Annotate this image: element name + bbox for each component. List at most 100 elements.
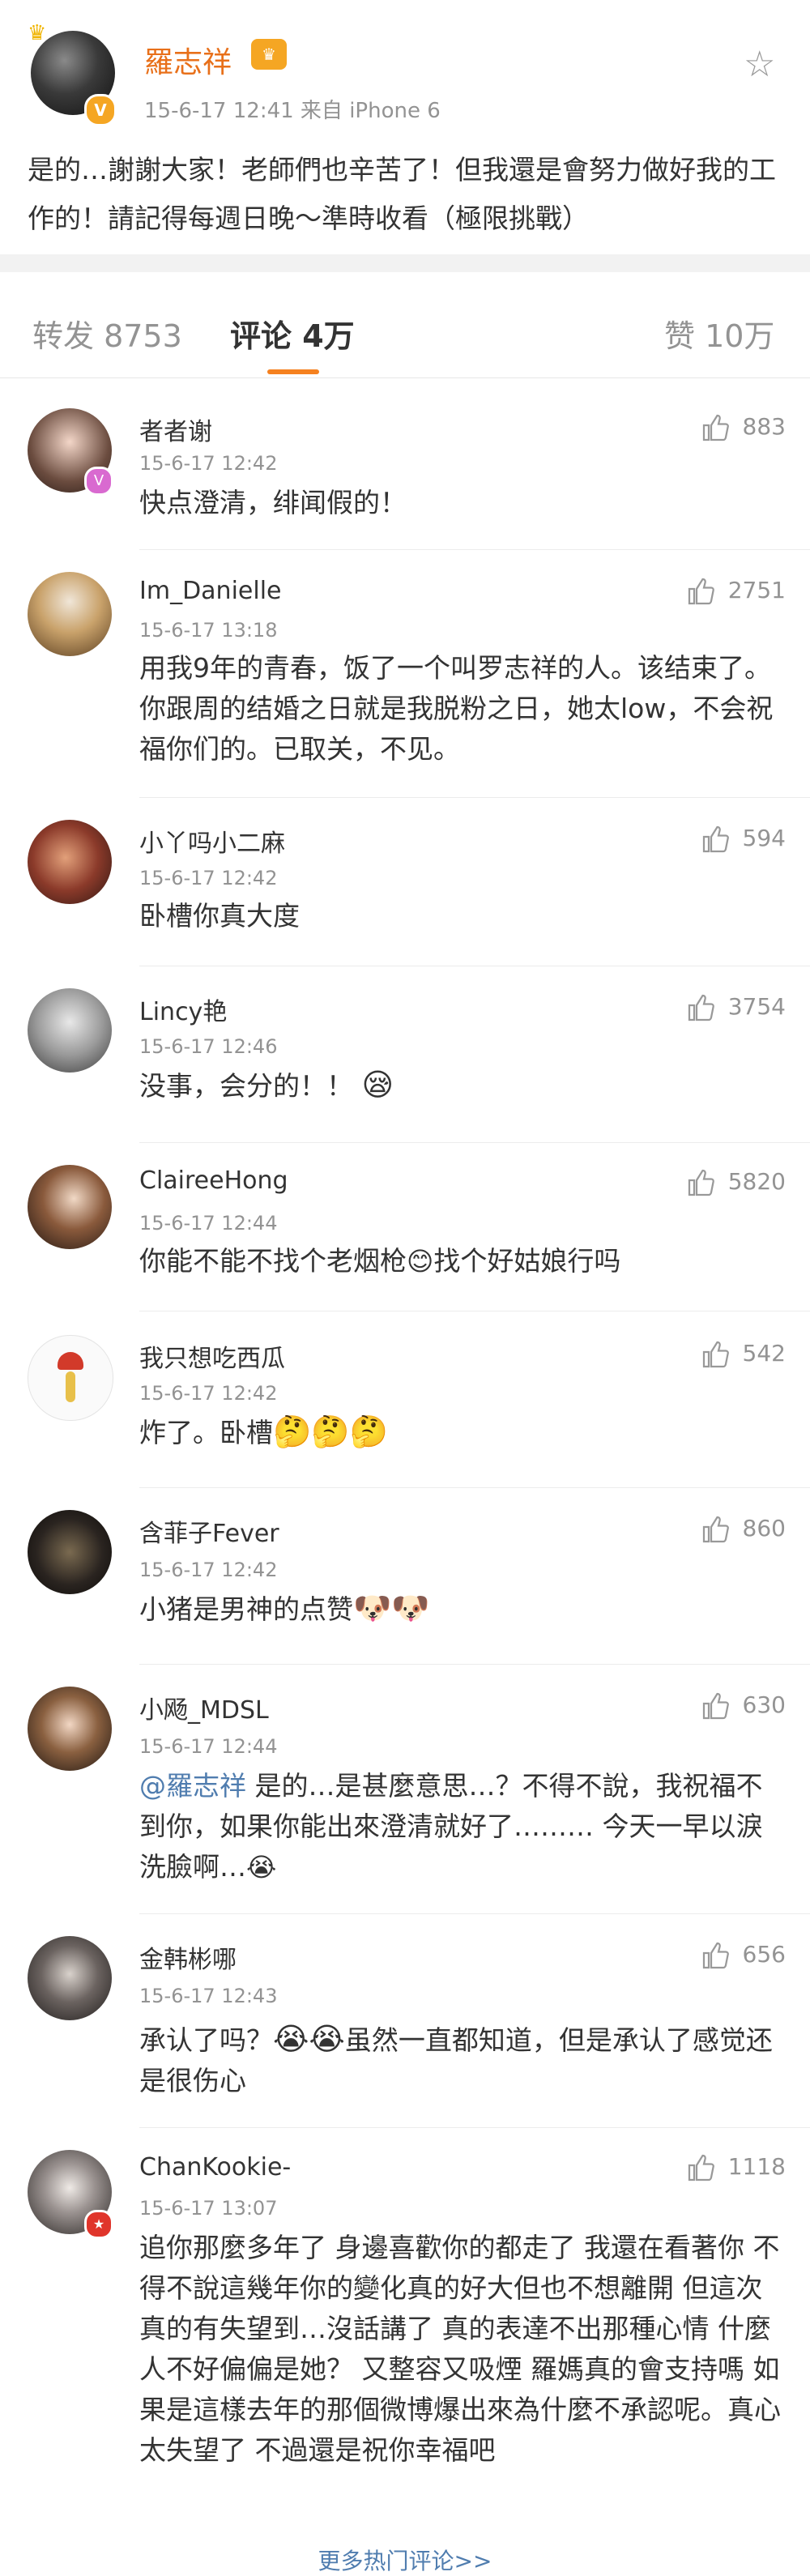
comment-item: 我只想吃西瓜 15-6-17 12:42 炸了。卧槽🤔🤔🤔 542 [0,1316,810,1486]
comment-text: 炸了。卧槽🤔🤔🤔 [139,1413,787,1453]
comment-item: 含菲子Fever 15-6-17 12:42 小猪是男神的点赞🐶🐶 860 [0,1492,810,1662]
comment-time: 15-6-17 13:07 [139,2197,278,2220]
thumbs-up-icon [702,414,729,441]
like-button[interactable]: 860 [701,1515,786,1544]
comment-time: 15-6-17 12:44 [139,1735,278,1758]
comment-text: @羅志祥 是的…是甚麼意思…？不得不說，我祝福不到你，如果你能出來澄清就好了……… [139,1766,787,1887]
comment-text-content: 炸了。卧槽 [139,1417,273,1448]
commenter-avatar[interactable] [28,1510,112,1594]
star-icon[interactable]: ☆ [744,44,775,85]
commenter-avatar[interactable] [28,1335,113,1421]
like-button[interactable]: 542 [701,1340,786,1369]
doge-emoji-icon: 🐶🐶 [353,1590,430,1626]
comment-text-part: 你能不能不找个老烟枪 [139,1245,407,1277]
like-button[interactable]: 3754 [686,993,786,1022]
comment-divider [139,1664,810,1665]
commenter-name[interactable]: ClaireeHong [139,1166,288,1195]
commenter-name[interactable]: 者者谢 [139,412,212,447]
tab-repost[interactable]: 转发 8753 [32,311,182,356]
like-count: 630 [742,1691,786,1718]
commenter-name[interactable]: 小飏_MDSL [139,1690,269,1725]
commenter-avatar[interactable] [28,1687,112,1771]
comment-divider [139,549,810,550]
comment-text: 你能不能不找个老烟枪😊找个好姑娘行吗 [139,1241,787,1282]
like-count: 2751 [727,577,786,603]
thumbs-up-icon [702,1516,729,1543]
like-count: 594 [742,825,786,851]
post-meta: 15-6-17 12:41 来自 iPhone 6 [144,99,441,123]
like-button[interactable]: 2751 [686,577,786,606]
thumbs-up-icon [688,2154,714,2181]
commenter-name[interactable]: 含菲子Fever [139,1513,279,1549]
comment-item: ClaireeHong 15-6-17 12:44 你能不能不找个老烟枪😊找个好… [0,1147,810,1309]
mention-link[interactable]: @羅志祥 [139,1770,246,1802]
more-comments-link[interactable]: 更多热门评论>> [0,2544,810,2576]
comment-time: 15-6-17 12:42 [139,1382,278,1405]
tab-comments[interactable]: 评论 4万 [230,311,355,356]
commenter-avatar[interactable] [28,988,112,1073]
like-button[interactable]: 883 [701,413,786,442]
comment-text: 承认了吗？😭😭虽然一直都知道，但是承认了感觉还是很伤心 [139,2020,787,2101]
comment-item: 小丫吗小二麻 15-6-17 12:42 卧槽你真大度 594 [0,802,810,964]
like-button[interactable]: 5820 [686,1168,786,1197]
like-count: 1118 [727,2153,786,2180]
thumbs-up-icon [702,1341,729,1368]
comment-time: 15-6-17 12:42 [139,1559,278,1581]
comment-time: 15-6-17 13:18 [139,619,278,642]
tab-likes[interactable]: 赞 10万 [664,311,774,356]
commenter-name[interactable]: 小丫吗小二麻 [139,823,285,859]
commenter-avatar[interactable] [28,572,112,656]
comment-time: 15-6-17 12:42 [139,452,278,475]
like-button[interactable]: 1118 [686,2153,786,2182]
thumbs-up-icon [688,1169,714,1196]
comment-time: 15-6-17 12:42 [139,867,278,889]
commenter-name[interactable]: 金韩彬哪 [139,1939,237,1975]
comment-divider [139,2127,810,2128]
member-badge-icon: V [84,467,113,496]
comment-item: Lincy艳 15-6-17 12:46 没事，会分的！！ 😪 3754 [0,970,810,1141]
commenter-name[interactable]: 我只想吃西瓜 [139,1338,285,1374]
thumbs-up-icon [702,1692,729,1720]
commenter-name[interactable]: Im_Danielle [139,577,282,605]
like-count: 860 [742,1515,786,1542]
crying-face-emoji-icon: 😭 [246,1852,277,1883]
comment-text-content: 没事，会分的！！ [139,1070,353,1102]
comment-text: 小猪是男神的点赞🐶🐶 [139,1589,787,1630]
comment-text-part: 找个好姑娘行吗 [433,1245,621,1277]
commenter-avatar[interactable] [28,1165,112,1249]
comment-item: 小飏_MDSL 15-6-17 12:44 @羅志祥 是的…是甚麼意思…？不得不… [0,1669,810,1912]
like-count: 5820 [727,1168,786,1195]
comment-text-content: 小猪是男神的点赞 [139,1593,353,1625]
comment-text-part: 承认了吗？ [139,2024,273,2056]
commenter-name[interactable]: Lincy艳 [139,992,227,1027]
commenter-name[interactable]: ChanKookie- [139,2153,291,2181]
comment-time: 15-6-17 12:44 [139,1212,278,1235]
comment-text: 没事，会分的！！ 😪 [139,1066,787,1107]
post-author-name[interactable]: 羅志祥 [144,39,232,81]
comment-item: ★ ChanKookie- 15-6-17 13:07 追你那麼多年了 身邊喜歡… [0,2132,810,2521]
comment-divider [139,1487,810,1488]
like-count: 656 [742,1941,786,1968]
like-button[interactable]: 594 [701,825,786,854]
comment-time: 15-6-17 12:46 [139,1035,278,1058]
comment-item: Im_Danielle 15-6-17 13:18 用我9年的青春，饭了一个叫罗… [0,554,810,797]
thumbs-up-icon [702,1942,729,1969]
comment-item: V 者者谢 15-6-17 12:42 快点澄清，绯闻假的！ 883 [0,387,810,549]
like-count: 883 [742,413,786,440]
verified-v-icon: V [84,94,117,126]
comment-time: 15-6-17 12:43 [139,1985,278,2007]
commenter-avatar[interactable] [28,1936,112,2020]
like-button[interactable]: 656 [701,1941,786,1970]
comment-text: 卧槽你真大度 [139,900,300,932]
vip-badge-icon: ♛ [251,39,287,70]
comment-text: 快点澄清，绯闻假的！ [139,487,407,518]
active-tab-indicator [267,369,319,374]
post-tabs: 转发 8753 评论 4万 赞 10万 [0,272,810,378]
comment-item: 金韩彬哪 15-6-17 12:43 承认了吗？😭😭虽然一直都知道，但是承认了感… [0,1918,810,2129]
section-divider [0,254,810,272]
sleepy-face-emoji-icon: 😪 [361,1067,394,1102]
like-button[interactable]: 630 [701,1691,786,1721]
smile-face-emoji-icon: 😊 [407,1246,434,1277]
thumbs-up-icon [688,994,714,1021]
commenter-avatar[interactable] [28,820,112,904]
